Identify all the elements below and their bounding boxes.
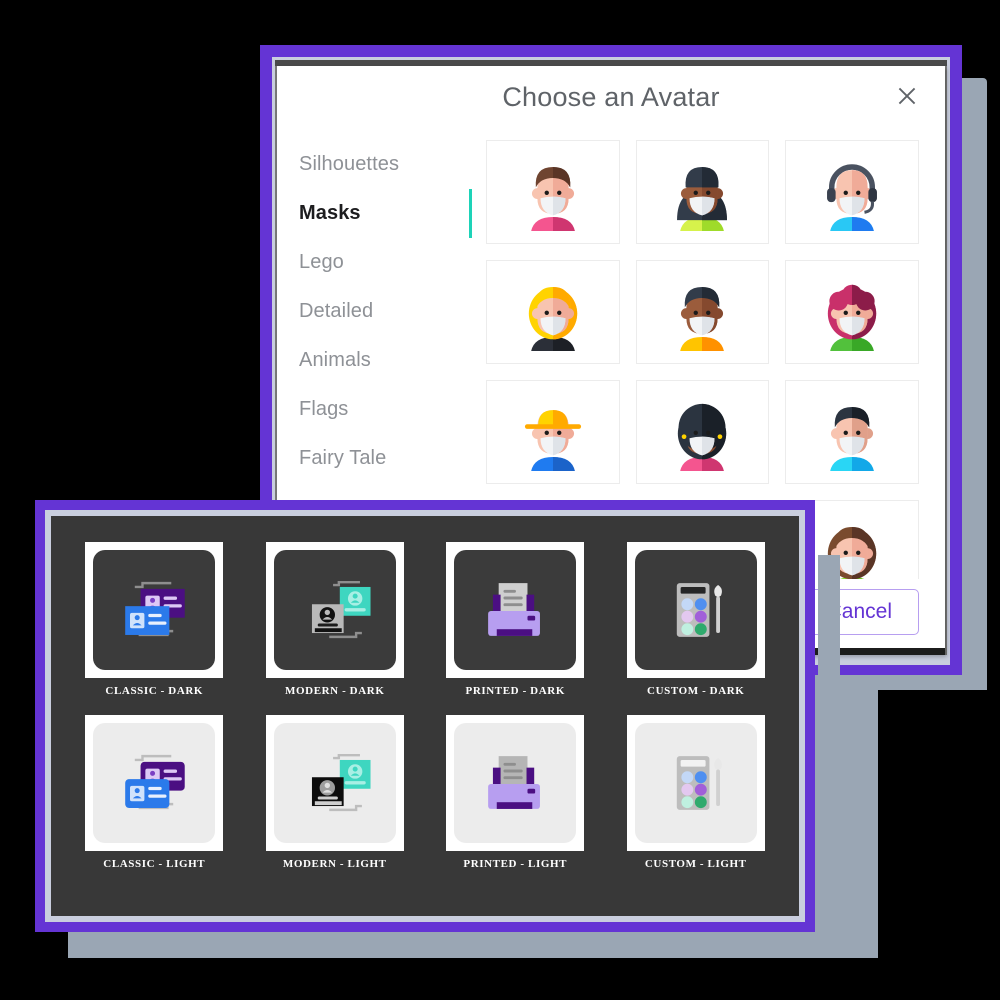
scroll-strip[interactable]: [818, 555, 840, 675]
category-item-label: Masks: [299, 202, 361, 224]
theme-option-modern-dark[interactable]: MODERN - DARK: [265, 542, 404, 697]
theme-thumbnail: [265, 542, 404, 678]
classic-cards-icon: [93, 550, 216, 670]
category-item-label: Fairy Tale: [299, 447, 387, 469]
avatar-yellow-hat-overalls[interactable]: [486, 380, 620, 484]
theme-option-label: MODERN - DARK: [285, 685, 385, 697]
printer-icon: [454, 723, 577, 843]
theme-option-label: PRINTED - LIGHT: [463, 858, 568, 870]
theme-option-label: CUSTOM - LIGHT: [644, 858, 747, 870]
theme-panel: CLASSIC - DARK MODERN - DARK PRINTED - D…: [51, 516, 799, 916]
avatar-dark-hair-yellow-shirt[interactable]: [635, 260, 770, 364]
category-item-label: Silhouettes: [299, 153, 400, 175]
theme-option-label: CLASSIC - DARK: [105, 685, 204, 697]
paint-palette-icon: [634, 723, 757, 843]
avatar-brown-hair-pink-shirt[interactable]: [486, 140, 620, 244]
category-item-fairy-tale[interactable]: Fairy Tale: [299, 434, 469, 483]
theme-window-bevel: CLASSIC - DARK MODERN - DARK PRINTED - D…: [45, 510, 805, 922]
theme-option-custom-light[interactable]: CUSTOM - LIGHT: [626, 715, 765, 870]
theme-option-label: CUSTOM - DARK: [647, 685, 745, 697]
modern-cards-icon: [273, 723, 396, 843]
theme-option-label: PRINTED - DARK: [465, 685, 565, 697]
theme-option-label: MODERN - LIGHT: [282, 858, 387, 870]
avatar-blonde-long-hair[interactable]: [486, 260, 620, 364]
category-item-label: Lego: [299, 251, 344, 273]
theme-thumbnail: [626, 715, 765, 851]
category-item-masks[interactable]: Masks: [299, 189, 469, 238]
paint-palette-icon: [634, 550, 757, 670]
category-item-label: Animals: [299, 349, 371, 371]
theme-grid: CLASSIC - DARK MODERN - DARK PRINTED - D…: [75, 542, 775, 870]
category-item-silhouettes[interactable]: Silhouettes: [299, 140, 469, 189]
modern-cards-icon: [273, 550, 396, 670]
theme-thumbnail: [85, 542, 224, 678]
theme-option-label: CLASSIC - LIGHT: [103, 858, 206, 870]
theme-thumbnail: [446, 715, 585, 851]
theme-option-custom-dark[interactable]: CUSTOM - DARK: [626, 542, 765, 697]
category-item-flags[interactable]: Flags: [299, 385, 469, 434]
avatar-dark-hair-cyan-shirt[interactable]: [785, 380, 919, 484]
avatar-afro-pink-shirt[interactable]: [635, 380, 770, 484]
theme-thumbnail: [265, 715, 404, 851]
close-icon[interactable]: [893, 82, 921, 110]
theme-option-printed-light[interactable]: PRINTED - LIGHT: [446, 715, 585, 870]
theme-option-printed-dark[interactable]: PRINTED - DARK: [446, 542, 585, 697]
avatar-beanie-dark-coat[interactable]: [635, 140, 770, 244]
dialog-header: Choose an Avatar: [277, 66, 945, 128]
category-item-label: Flags: [299, 398, 349, 420]
classic-cards-icon: [93, 723, 216, 843]
category-item-label: Detailed: [299, 300, 374, 322]
theme-option-classic-light[interactable]: CLASSIC - LIGHT: [85, 715, 224, 870]
theme-option-modern-light[interactable]: MODERN - LIGHT: [265, 715, 404, 870]
theme-option-classic-dark[interactable]: CLASSIC - DARK: [85, 542, 224, 697]
theme-picker-window: CLASSIC - DARK MODERN - DARK PRINTED - D…: [35, 500, 815, 932]
page-title: Choose an Avatar: [502, 82, 720, 112]
category-item-animals[interactable]: Animals: [299, 336, 469, 385]
avatar-headset-blue-shirt[interactable]: [785, 140, 919, 244]
avatar-magenta-curly-green-shirt[interactable]: [785, 260, 919, 364]
category-item-detailed[interactable]: Detailed: [299, 287, 469, 336]
theme-thumbnail: [85, 715, 224, 851]
theme-thumbnail: [626, 542, 765, 678]
printer-icon: [454, 550, 577, 670]
theme-thumbnail: [446, 542, 585, 678]
category-item-lego[interactable]: Lego: [299, 238, 469, 287]
